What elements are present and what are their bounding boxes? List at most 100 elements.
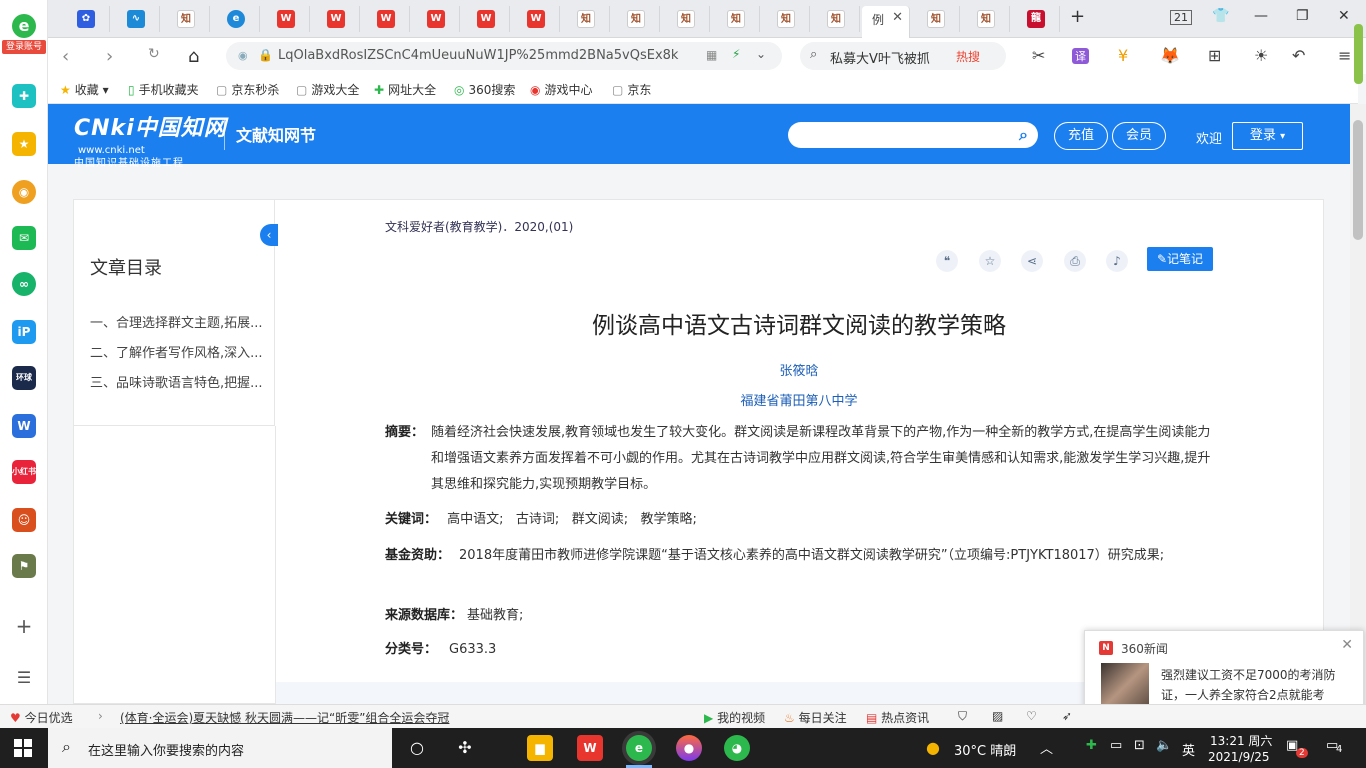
page-scrollbar[interactable] xyxy=(1350,104,1366,704)
login-account-button[interactable]: e 登录账号 xyxy=(2,14,46,54)
skin-icon[interactable]: 👕 xyxy=(1212,8,1229,24)
pinwheel-icon[interactable]: ✣ xyxy=(452,735,478,761)
news-thumbnail[interactable] xyxy=(1101,663,1149,709)
360-browser-icon[interactable]: e xyxy=(626,735,652,761)
forward-icon[interactable]: › xyxy=(106,46,113,67)
bookmark-favorites[interactable]: ★ 收藏 ▾ xyxy=(60,81,109,98)
hot-search-label[interactable]: 热搜 xyxy=(956,48,980,65)
quote-icon[interactable]: ❝ xyxy=(936,250,958,272)
member-button[interactable]: 会员 xyxy=(1112,122,1166,150)
address-bar[interactable]: ◉ 🔒 LqOlaBxdRosIZSCnC4mUeuuNuW1JP%25mmd2… xyxy=(226,42,782,70)
volume-icon[interactable]: 🔈 xyxy=(1156,738,1172,753)
coin-icon[interactable]: ¥ xyxy=(1118,46,1128,65)
ip-icon[interactable]: iP xyxy=(12,320,36,344)
qr-icon[interactable]: ▦ xyxy=(706,48,717,62)
translate-icon[interactable]: 译 xyxy=(1072,48,1089,64)
tab-wps-2[interactable]: W xyxy=(312,6,360,32)
tab-active[interactable]: 例 ✕ xyxy=(862,6,910,38)
tab-zhihu-9[interactable]: 知 xyxy=(962,6,1010,32)
take-note-button[interactable]: ✎记笔记 xyxy=(1147,247,1213,271)
clock-time[interactable]: 13:21 周六 xyxy=(1210,732,1272,749)
tab-zhihu-5[interactable]: 知 xyxy=(712,6,760,32)
restore-icon[interactable]: ❐ xyxy=(1296,8,1309,24)
show-hidden-icons-icon[interactable]: ︿ xyxy=(1040,738,1053,757)
toc-item[interactable]: 二、了解作者写作风格,深入... xyxy=(90,342,268,361)
recharge-button[interactable]: 充值 xyxy=(1054,122,1108,150)
scrollbar-thumb[interactable] xyxy=(1353,120,1363,240)
battery-icon[interactable]: ▭ xyxy=(1110,738,1122,753)
bookmark-web-nav[interactable]: ✚ 网址大全 xyxy=(374,81,436,98)
tab-novel[interactable]: 龍 xyxy=(1012,6,1060,32)
speed-icon[interactable]: ⚡ xyxy=(732,47,740,61)
bookmark-mobile[interactable]: ▯ 手机收藏夹 xyxy=(128,81,199,98)
daily-follow[interactable]: ♨ 每日关注 xyxy=(784,709,847,726)
bookmark-jd[interactable]: ▢ 京东 xyxy=(612,81,651,98)
pubg-game-icon[interactable]: ⚑ xyxy=(12,554,36,578)
keywords-text[interactable]: 高中语文; 古诗词; 群文阅读; 教学策略; xyxy=(447,512,697,527)
document-icon[interactable]: W xyxy=(12,414,36,438)
xiaohongshu-icon[interactable]: 小红书 xyxy=(12,460,36,484)
rocket-icon[interactable]: ➶ xyxy=(1062,709,1072,723)
bookmark-games[interactable]: ▢ 游戏大全 xyxy=(296,81,359,98)
tab-ie[interactable]: e xyxy=(212,6,260,32)
windows-start-icon[interactable] xyxy=(14,739,32,757)
tab-wps-5[interactable]: W xyxy=(462,6,510,32)
tab-zhihu-3[interactable]: 知 xyxy=(612,6,660,32)
login-button[interactable]: 登录 ▾ xyxy=(1232,122,1303,150)
print-icon[interactable]: ⎙ xyxy=(1064,250,1086,272)
undo-icon[interactable]: ↶ xyxy=(1292,46,1305,65)
image-icon[interactable]: ▨ xyxy=(992,709,1003,723)
tab-count-badge[interactable]: 21 xyxy=(1170,10,1192,25)
close-window-icon[interactable]: ✕ xyxy=(1338,8,1350,24)
headline-link[interactable]: (体育·全运会)夏天缺憾 秋天圆满——记“昕雯”组合全运会夺冠 xyxy=(120,709,449,726)
color-drop-icon[interactable]: ● xyxy=(676,735,702,761)
collapse-toc-icon[interactable]: ‹ xyxy=(260,224,278,246)
cnki-search-input[interactable]: ⌕ xyxy=(788,122,1038,148)
my-video[interactable]: ▶ 我的视频 xyxy=(704,709,765,726)
360-tray-icon[interactable]: ✚ xyxy=(1086,738,1097,753)
favorites-star-icon[interactable]: ★ xyxy=(12,132,36,156)
shield-icon[interactable]: ⛉ xyxy=(958,709,967,724)
file-explorer-icon[interactable]: ▆ xyxy=(527,735,553,761)
tab-zhihu-7[interactable]: 知 xyxy=(812,6,860,32)
tab-zhihu-8[interactable]: 知 xyxy=(912,6,960,32)
tab-wps-4[interactable]: W xyxy=(412,6,460,32)
news-headline[interactable]: 强烈建议工资不足7000的考消防证，一人养全家符合2点就能考 xyxy=(1161,665,1351,705)
minimize-icon[interactable]: — xyxy=(1254,8,1268,24)
mail-icon[interactable]: ✉ xyxy=(12,226,36,250)
chevron-down-icon[interactable]: ⌄ xyxy=(756,47,766,61)
bell-icon[interactable]: ♪ xyxy=(1106,250,1128,272)
bookmark-360search[interactable]: ◎ 360搜索 xyxy=(454,81,515,98)
sidebar-scroll-indicator[interactable] xyxy=(1354,24,1363,84)
close-tab-icon[interactable]: ✕ xyxy=(892,10,903,25)
tab-wps-6[interactable]: W xyxy=(512,6,560,32)
journal-source[interactable]: 文科爱好者(教育教学)．2020,(01) xyxy=(385,218,573,235)
article-author[interactable]: 张筱晗 xyxy=(385,360,1213,379)
search-box[interactable]: ⌕ 私募大V叶飞被抓 热搜 xyxy=(800,42,1006,70)
ime-indicator[interactable]: 英 xyxy=(1182,740,1195,759)
tab-stock[interactable]: ∿ xyxy=(112,6,160,32)
network-icon[interactable]: ⊡ xyxy=(1134,738,1145,753)
favorite-star-icon[interactable]: ☆ xyxy=(979,250,1001,272)
today-picks[interactable]: ♥ 今日优选 xyxy=(10,709,73,726)
tab-baidu[interactable]: ✿ xyxy=(62,6,110,32)
tab-wps-3[interactable]: W xyxy=(362,6,410,32)
article-organization[interactable]: 福建省莆田第八中学 xyxy=(385,390,1213,409)
weather-text[interactable]: 30°C 晴朗 xyxy=(954,740,1016,759)
taskbar-search[interactable]: ⌕ 在这里输入你要搜索的内容 xyxy=(48,728,392,768)
bookmark-game-center[interactable]: ◉ 游戏中心 xyxy=(530,81,593,98)
tab-zhihu-6[interactable]: 知 xyxy=(762,6,810,32)
game-controller-icon[interactable]: 🦊 xyxy=(1160,46,1180,65)
tab-zhihu-2[interactable]: 知 xyxy=(562,6,610,32)
cloud-icon[interactable]: ∞ xyxy=(12,272,36,296)
task-view-icon[interactable]: ○ xyxy=(404,735,430,761)
add-icon[interactable]: + xyxy=(12,614,36,638)
global-net-icon[interactable]: 环球 xyxy=(12,366,36,390)
weibo-icon[interactable]: ◉ xyxy=(12,180,36,204)
tab-wps-1[interactable]: W xyxy=(262,6,310,32)
menu-list-icon[interactable]: ☰ xyxy=(12,666,36,690)
tab-zhihu-1[interactable]: 知 xyxy=(162,6,210,32)
tab-zhihu-4[interactable]: 知 xyxy=(662,6,710,32)
close-icon[interactable]: ✕ xyxy=(1341,637,1353,653)
share-icon[interactable]: ⋖ xyxy=(1021,250,1043,272)
